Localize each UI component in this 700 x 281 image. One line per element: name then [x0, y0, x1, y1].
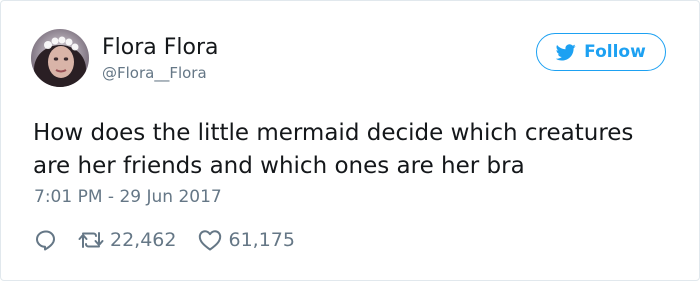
twitter-bird-icon [556, 43, 576, 61]
follow-button-label: Follow [584, 42, 646, 62]
retweet-button[interactable]: 22,462 [78, 229, 176, 251]
retweet-count: 22,462 [110, 229, 177, 251]
heart-icon [198, 229, 222, 251]
retweet-icon [78, 229, 104, 251]
tweet-text-line: are her friends and which ones are her b… [33, 153, 525, 179]
avatar[interactable] [31, 29, 89, 87]
like-button[interactable]: 61,175 [198, 229, 295, 251]
tweet-timestamp[interactable]: 7:01 PM - 29 Jun 2017 [34, 187, 222, 207]
like-count: 61,175 [228, 229, 295, 251]
tweet-card: Flora Flora @Flora__Flora Follow How doe… [0, 0, 700, 281]
author-name[interactable]: Flora Flora [102, 35, 219, 60]
tweet-text-line: How does the little mermaid decide which… [33, 120, 634, 146]
tweet-text: How does the little mermaid decide which… [33, 117, 683, 183]
follow-button[interactable]: Follow [536, 33, 666, 71]
author-handle[interactable]: @Flora__Flora [102, 64, 207, 82]
reply-icon [34, 228, 58, 252]
reply-button[interactable] [34, 228, 58, 252]
tweet-actions: 22,462 61,175 [34, 225, 295, 255]
